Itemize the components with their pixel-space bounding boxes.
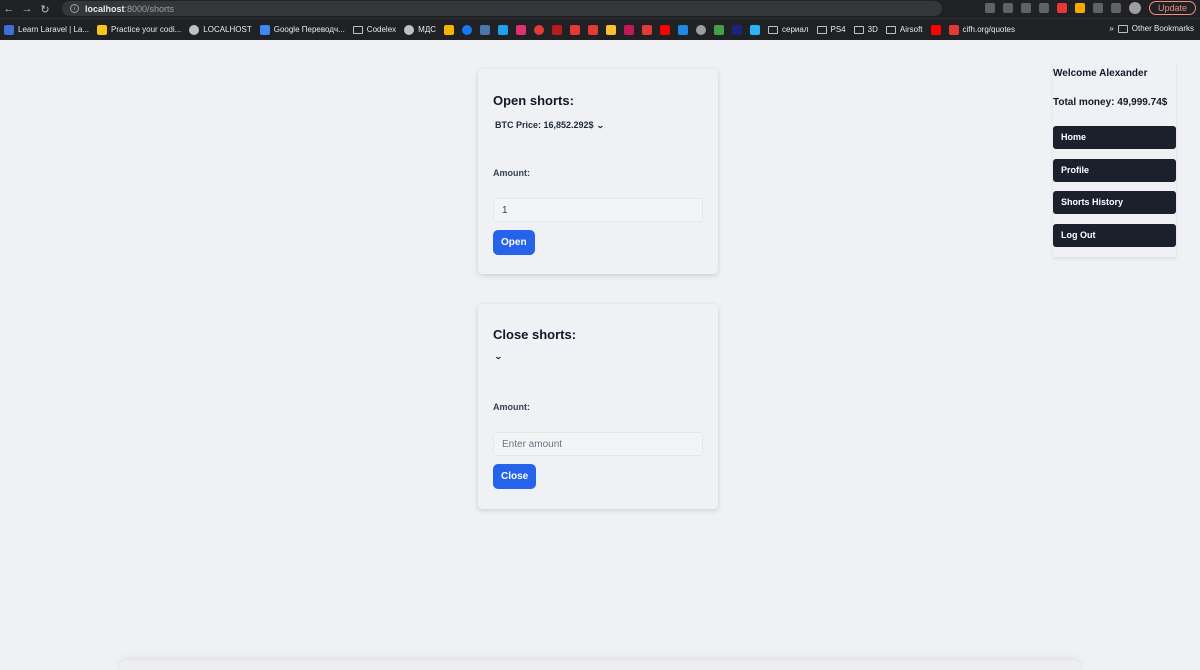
folder-icon bbox=[816, 25, 827, 34]
close-amount-input[interactable] bbox=[493, 432, 703, 456]
twitter-icon[interactable] bbox=[498, 24, 509, 35]
bookmark-favicon-icon[interactable] bbox=[606, 24, 617, 35]
bookmark-folder[interactable]: PS4 bbox=[816, 25, 846, 34]
bookmark-favicon-icon[interactable] bbox=[624, 24, 635, 35]
bookmark-item[interactable]: Google Переводч... bbox=[259, 24, 345, 35]
laravel-icon bbox=[4, 24, 14, 35]
sidebar-icon[interactable] bbox=[1110, 3, 1121, 13]
total-money: Total money: 49,999.74$ bbox=[1053, 97, 1168, 108]
bookmark-item[interactable]: cifh.org/quotes bbox=[948, 24, 1016, 35]
youtube-icon[interactable] bbox=[930, 24, 941, 35]
folder-icon bbox=[853, 25, 864, 34]
bookmark-label: Airsoft bbox=[899, 25, 923, 34]
bookmark-label: cifh.org/quotes bbox=[962, 25, 1016, 34]
chevron-down-icon: ⌄ bbox=[493, 352, 503, 361]
open-shorts-title: Open shorts: bbox=[493, 93, 574, 108]
bookmark-favicon-icon[interactable] bbox=[678, 24, 689, 35]
close-button[interactable]: Close bbox=[493, 464, 537, 489]
chevron-down-icon: ⌄ bbox=[595, 120, 605, 130]
close-shorts-card: Close shorts: ⌄ Amount: Close bbox=[478, 304, 718, 509]
puzzle-icon[interactable] bbox=[1092, 3, 1103, 13]
folder-icon bbox=[352, 25, 363, 34]
codewars-icon bbox=[97, 24, 108, 35]
bookmark-item[interactable]: МДС bbox=[404, 24, 437, 35]
bookmark-favicon-icon[interactable] bbox=[534, 24, 545, 35]
reload-icon[interactable]: ↻ bbox=[36, 3, 54, 16]
globe-icon bbox=[404, 24, 415, 35]
folder-icon bbox=[768, 25, 779, 34]
close-shorts-select[interactable]: ⌄ bbox=[493, 352, 503, 361]
bookmark-folder[interactable]: 3D bbox=[853, 25, 878, 34]
bookmark-item[interactable]: LOCALHOST bbox=[189, 24, 252, 35]
url-host: localhost bbox=[85, 3, 125, 14]
footer-panel-edge bbox=[120, 660, 1080, 670]
open-amount-input[interactable] bbox=[493, 198, 703, 222]
bookmark-label: МДС bbox=[418, 25, 437, 34]
bookmark-favicon-icon[interactable] bbox=[732, 24, 743, 35]
browser-extensions: Update bbox=[984, 1, 1196, 15]
bookmark-favicon-icon[interactable] bbox=[444, 24, 455, 35]
bookmark-label: Google Переводч... bbox=[273, 25, 345, 34]
cifh-icon bbox=[948, 24, 959, 35]
google-icon[interactable] bbox=[984, 3, 995, 13]
other-bookmarks[interactable]: » Other Bookmarks bbox=[1099, 24, 1194, 33]
lf-icon[interactable] bbox=[588, 24, 599, 35]
star-icon[interactable] bbox=[1038, 3, 1049, 13]
profile-avatar[interactable] bbox=[1128, 2, 1141, 14]
close-shorts-title: Close shorts: bbox=[493, 327, 577, 342]
open-button[interactable]: Open bbox=[493, 230, 535, 255]
bookmark-folder[interactable]: сериал bbox=[768, 25, 809, 34]
bookmark-item[interactable]: Practice your codi... bbox=[97, 24, 182, 35]
translate-icon[interactable] bbox=[1002, 3, 1013, 13]
adblock-icon[interactable] bbox=[1056, 3, 1067, 13]
amount-label: Amount: bbox=[493, 168, 530, 178]
browser-toolbar: ← → ↻ i localhost :8000/shorts Update bbox=[0, 0, 1200, 18]
extension-yellow-icon[interactable] bbox=[1074, 3, 1085, 13]
sidebar-item-profile[interactable]: Profile bbox=[1053, 159, 1176, 182]
google-translate-icon bbox=[259, 24, 270, 35]
youtube-icon[interactable] bbox=[660, 24, 671, 35]
bookmark-favicon-icon[interactable] bbox=[570, 24, 581, 35]
url-bar[interactable]: i localhost :8000/shorts bbox=[62, 1, 942, 16]
vk-icon[interactable] bbox=[480, 24, 491, 35]
bookmark-favicon-icon[interactable] bbox=[552, 24, 563, 35]
bookmark-label: Practice your codi... bbox=[111, 25, 182, 34]
bookmark-label: PS4 bbox=[830, 25, 846, 34]
bookmark-label: Learn Laravel | La... bbox=[18, 25, 90, 34]
telegram-icon[interactable] bbox=[750, 24, 761, 35]
welcome-text: Welcome Alexander bbox=[1053, 68, 1148, 79]
back-arrow-icon[interactable]: ← bbox=[0, 3, 18, 15]
more-bookmarks-icon[interactable]: » bbox=[1109, 24, 1113, 33]
bookmark-label: Codelex bbox=[366, 25, 397, 34]
update-button[interactable]: Update bbox=[1148, 1, 1196, 15]
amount-label: Amount: bbox=[493, 402, 530, 412]
folder-icon bbox=[1117, 24, 1128, 33]
pocket-icon[interactable] bbox=[642, 24, 653, 35]
sidebar-item-home[interactable]: Home bbox=[1053, 126, 1176, 149]
bookmark-label: LOCALHOST bbox=[203, 25, 252, 34]
bookmark-label: сериал bbox=[782, 25, 809, 34]
bookmarks-bar: Learn Laravel | La... Practice your codi… bbox=[0, 18, 1200, 40]
bookmark-favicon-icon[interactable] bbox=[696, 24, 707, 35]
bookmark-favicon-icon[interactable] bbox=[714, 24, 725, 35]
facebook-icon[interactable] bbox=[462, 24, 473, 35]
instagram-icon[interactable] bbox=[516, 24, 527, 35]
sidebar-item-log-out[interactable]: Log Out bbox=[1053, 224, 1176, 247]
url-path: :8000/shorts bbox=[124, 3, 175, 14]
site-info-icon[interactable]: i bbox=[70, 4, 79, 13]
bookmark-folder[interactable]: Airsoft bbox=[885, 25, 923, 34]
other-bookmarks-label: Other Bookmarks bbox=[1131, 24, 1194, 33]
share-icon[interactable] bbox=[1020, 3, 1031, 13]
bookmark-folder[interactable]: Codelex bbox=[352, 25, 397, 34]
bookmark-item[interactable]: Learn Laravel | La... bbox=[4, 24, 90, 35]
sidebar-item-shorts-history[interactable]: Shorts History bbox=[1053, 191, 1176, 214]
btc-price-select[interactable]: BTC Price: 16,852.292$ ⌄ bbox=[495, 120, 605, 130]
folder-icon bbox=[885, 25, 896, 34]
globe-icon bbox=[189, 24, 200, 35]
user-sidebar: Welcome Alexander Total money: 49,999.74… bbox=[1053, 60, 1176, 257]
forward-arrow-icon[interactable]: → bbox=[18, 3, 36, 15]
bookmark-label: 3D bbox=[867, 25, 878, 34]
open-shorts-card: Open shorts: BTC Price: 16,852.292$ ⌄ Am… bbox=[478, 69, 718, 274]
btc-price-value: BTC Price: 16,852.292$ bbox=[495, 120, 594, 130]
